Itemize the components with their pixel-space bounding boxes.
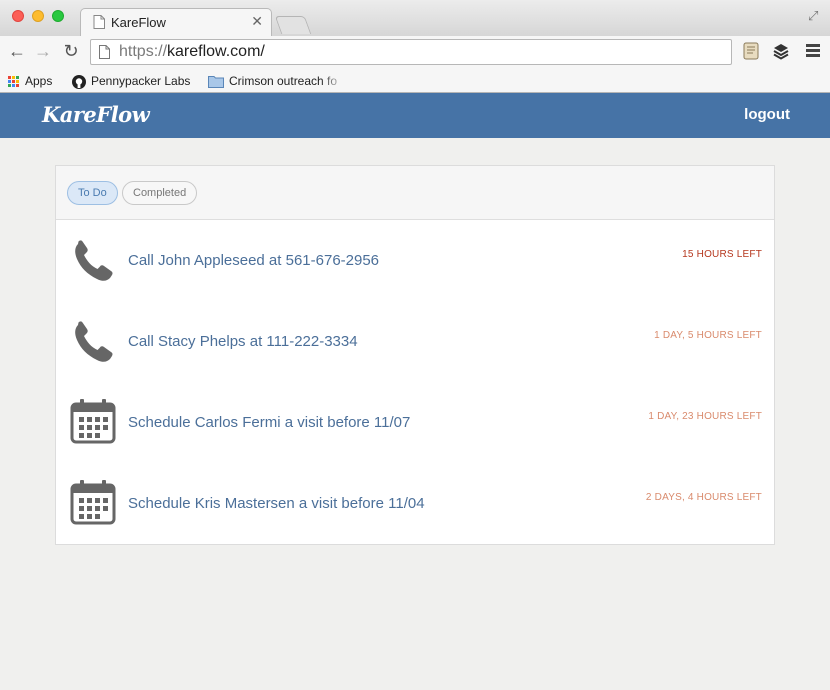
fullscreen-icon[interactable]: ⤢	[808, 8, 822, 23]
window-minimize-button[interactable]	[32, 10, 44, 22]
window-close-button[interactable]	[12, 10, 24, 22]
app-body: To Do Completed Call John Appleseed at 5…	[0, 138, 830, 690]
app-header: KareFlow logout	[0, 93, 830, 138]
page-icon	[99, 45, 110, 59]
filter-completed-button[interactable]: Completed	[122, 181, 198, 205]
task-item: Schedule Kris Mastersen a visit before 1…	[56, 463, 774, 544]
new-tab-button[interactable]	[274, 16, 312, 34]
tab-title: KareFlow	[111, 15, 166, 30]
url-text[interactable]: https://kareflow.com/	[119, 43, 265, 61]
task-panel: To Do Completed Call John Appleseed at 5…	[55, 165, 775, 545]
reload-icon[interactable]: ↻	[60, 40, 82, 62]
github-icon	[72, 74, 86, 89]
browser-titlebar: KareFlow ✕ ⤢	[0, 0, 830, 36]
browser-tab[interactable]: KareFlow ✕	[80, 8, 272, 36]
task-item: Call John Appleseed at 561-676-2956 15 H…	[56, 220, 774, 301]
folder-icon	[208, 76, 224, 89]
bookmark-apps[interactable]: Apps	[8, 72, 52, 90]
bookmark-crimson-outreach[interactable]: Crimson outreach fo	[208, 72, 346, 90]
scroll-extension-icon[interactable]	[742, 42, 760, 60]
filter-todo-button[interactable]: To Do	[67, 181, 118, 205]
back-arrow-icon[interactable]: ←	[6, 40, 28, 62]
task-due: 1 DAY, 5 HOURS LEFT	[654, 330, 762, 341]
phone-icon	[75, 321, 113, 362]
task-due: 15 HOURS LEFT	[682, 249, 762, 260]
bookmarks-bar: Apps Pennypacker Labs Crimson outreach f…	[0, 69, 830, 93]
kareflow-logo[interactable]: KareFlow	[42, 102, 150, 127]
bookmark-pennypacker-labs[interactable]: Pennypacker Labs	[72, 72, 190, 90]
task-item: Call Stacy Phelps at 111-222-3334 1 DAY,…	[56, 301, 774, 382]
logout-link[interactable]: logout	[744, 106, 790, 123]
tab-close-icon[interactable]: ✕	[251, 13, 263, 30]
layers-extension-icon[interactable]	[772, 42, 790, 60]
calendar-icon	[70, 399, 116, 444]
calendar-icon	[70, 480, 116, 525]
page-icon	[93, 15, 105, 29]
task-due: 2 DAYS, 4 HOURS LEFT	[645, 492, 762, 503]
forward-arrow-icon[interactable]: →	[32, 40, 54, 62]
task-item: Schedule Carlos Fermi a visit before 11/…	[56, 382, 774, 463]
filter-bar: To Do Completed	[56, 166, 774, 220]
browser-toolbar: ← → ↻ https://kareflow.com/	[0, 36, 830, 69]
menu-icon[interactable]	[806, 44, 820, 58]
task-text[interactable]: Call Stacy Phelps at 111-222-3334	[128, 333, 358, 350]
window-zoom-button[interactable]	[52, 10, 64, 22]
task-due: 1 DAY, 23 HOURS LEFT	[648, 411, 762, 422]
task-text[interactable]: Schedule Carlos Fermi a visit before 11/…	[128, 414, 410, 431]
apps-grid-icon	[8, 75, 20, 88]
address-bar[interactable]: https://kareflow.com/	[90, 39, 732, 65]
task-text[interactable]: Call John Appleseed at 561-676-2956	[128, 252, 379, 269]
phone-icon	[75, 240, 113, 281]
task-text[interactable]: Schedule Kris Mastersen a visit before 1…	[128, 495, 425, 512]
